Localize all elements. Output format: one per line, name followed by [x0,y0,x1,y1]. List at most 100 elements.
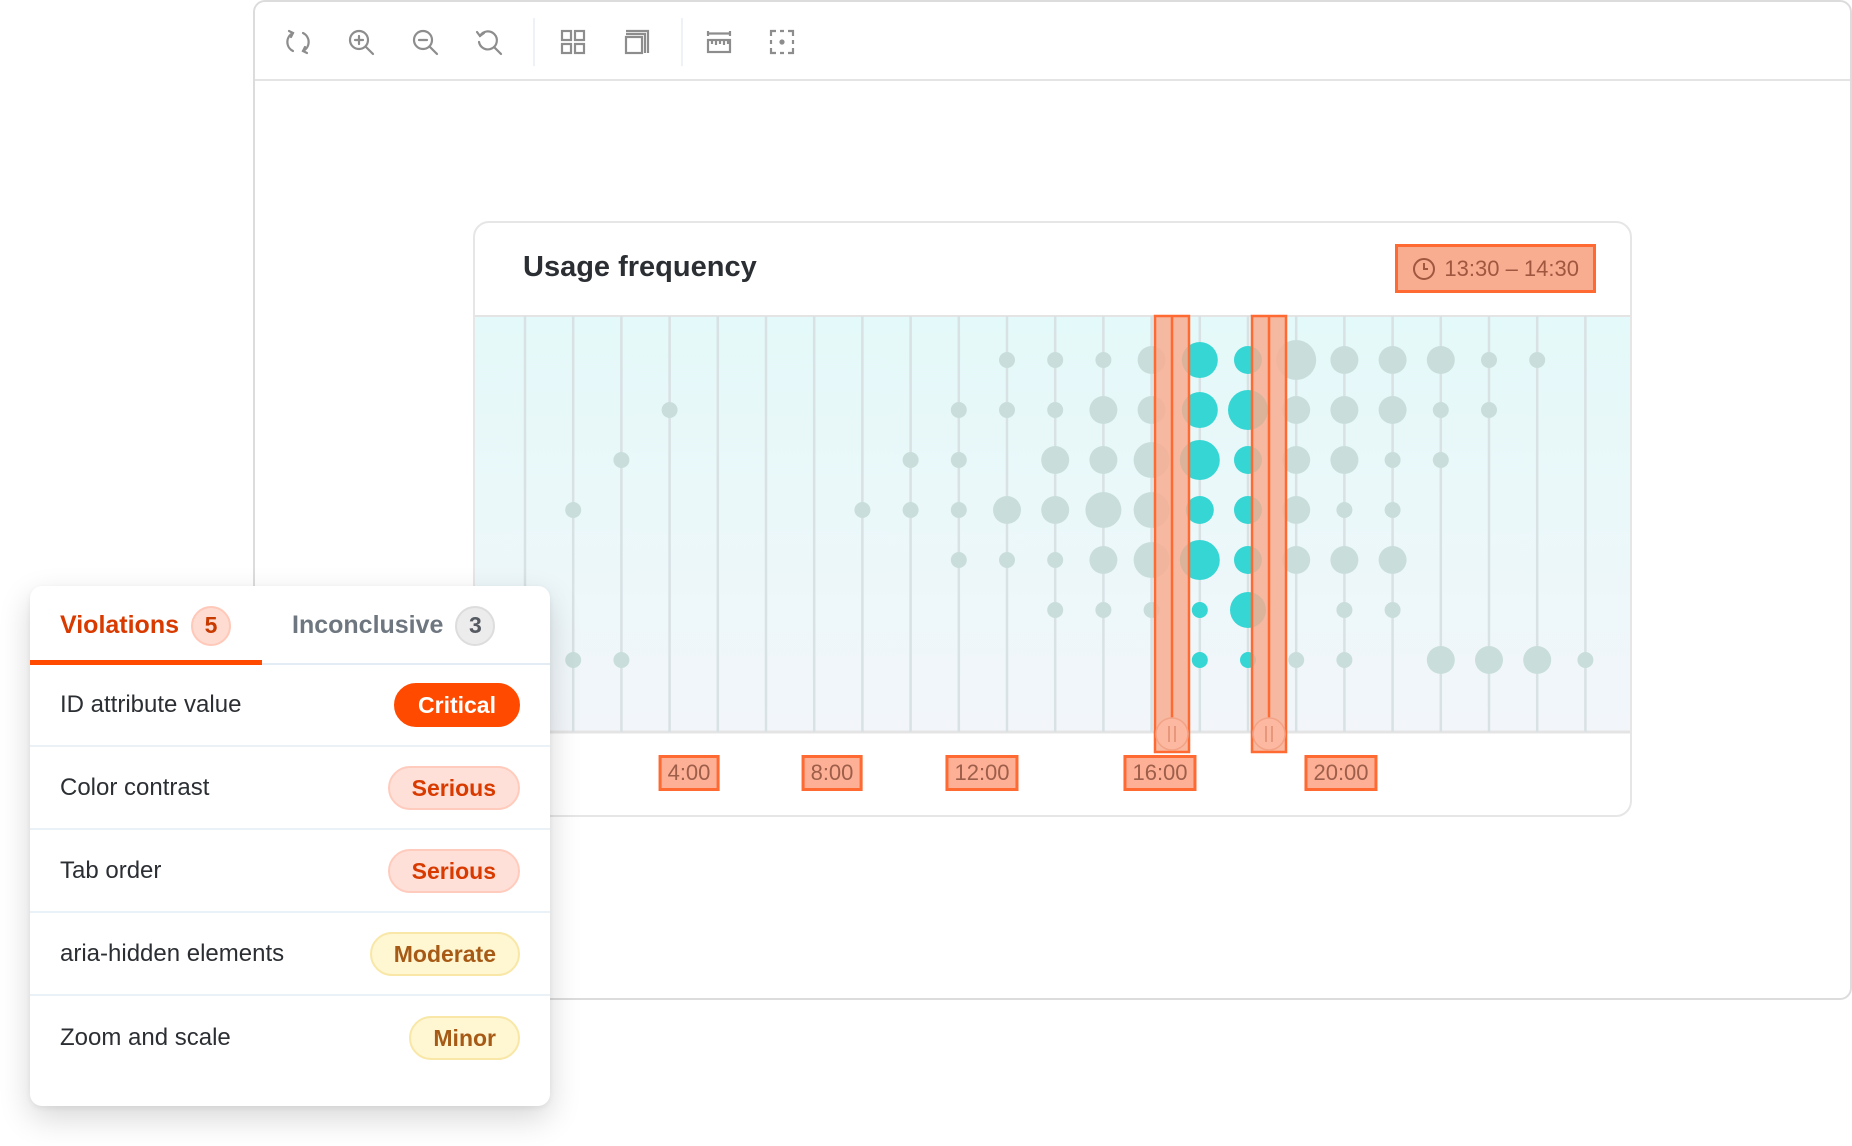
zoom-in-icon [348,29,375,56]
drag-handle-knob[interactable] [1252,717,1286,751]
data-point [1529,352,1546,368]
data-point [1041,446,1070,474]
data-point [565,652,582,668]
data-point [1432,452,1449,468]
toolbar-separator [681,18,683,66]
violation-row[interactable]: aria-hidden elements Moderate [30,914,550,996]
data-point [1432,402,1449,418]
x-axis-label: 4:00 [658,755,720,791]
data-point [999,352,1015,368]
severity-badge: Critical [394,683,520,727]
data-point [854,502,871,518]
data-point [999,552,1015,568]
data-point [1384,602,1401,618]
data-point [950,402,967,418]
data-point [999,402,1015,418]
data-point [661,402,678,418]
severity-badge: Minor [409,1016,520,1060]
data-point [1336,502,1353,518]
tab-inconclusive[interactable]: Inconclusive 3 [292,586,496,665]
x-axis-label: 20:00 [1304,755,1378,791]
data-point [613,452,630,468]
data-point [1577,652,1594,668]
data-point [1089,446,1118,474]
severity-badge: Serious [387,766,520,810]
violation-label: ID attribute value [60,691,242,718]
data-point [950,552,967,568]
zoom-in-button[interactable] [343,24,379,60]
violations-panel: Violations 5 Inconclusive 3 ID attribute… [30,586,550,1106]
zoom-out-button[interactable] [407,24,443,60]
grid-icon [560,29,586,55]
usage-frequency-card: Usage frequency 13:30 – 14:30 0:004:008:… [473,221,1632,817]
data-point [1089,546,1118,574]
ruler-icon [706,31,732,54]
data-point [1085,492,1122,528]
data-point [950,502,967,518]
range-end-handle[interactable] [1250,314,1288,754]
drag-handle-knob[interactable] [1155,717,1189,751]
data-point [1426,346,1455,374]
data-point [1378,546,1407,574]
data-point [1047,602,1064,618]
data-point [1330,396,1359,424]
violation-row[interactable]: Zoom and scale Minor [30,997,550,1079]
ruler-button[interactable] [701,24,737,60]
violation-label: Tab order [60,857,162,884]
data-point [1481,402,1497,418]
x-axis-label: 12:00 [945,755,1019,791]
data-point [1336,602,1353,618]
violations-count-badge: 5 [191,605,232,646]
data-point [902,452,919,468]
reset-zoom-button[interactable] [471,24,507,60]
data-point [1047,402,1064,418]
violation-row[interactable]: Tab order Serious [30,831,550,913]
reset-zoom-icon [475,30,503,56]
severity-badge: Moderate [369,932,520,976]
select-area-icon [769,29,795,55]
data-point [1041,496,1070,524]
data-point [1523,646,1552,674]
tab-violations[interactable]: Violations 5 [60,586,232,665]
data-point [1089,396,1118,424]
data-point [1047,552,1064,568]
refresh-icon [286,29,310,55]
grid-button[interactable] [555,24,591,60]
violation-label: aria-hidden elements [60,940,285,967]
data-point [1378,346,1407,374]
data-point [1426,646,1455,674]
data-point [1384,502,1401,518]
x-axis-label: 8:00 [801,755,863,791]
tab-violations-label: Violations [60,611,180,639]
layers-button[interactable] [619,24,655,60]
refresh-button[interactable] [280,24,316,60]
data-point [993,496,1021,524]
violation-label: Color contrast [60,774,210,801]
data-point [1330,546,1359,574]
data-point [1330,446,1359,474]
layers-icon [624,29,650,55]
usage-chart [475,314,1630,754]
select-area-button[interactable] [764,24,800,60]
tab-inconclusive-label: Inconclusive [292,611,444,639]
x-axis-label: 16:00 [1123,755,1197,791]
data-point-selected [1191,652,1208,668]
toolbar [255,2,1850,81]
data-point [1475,646,1503,674]
data-point [950,452,967,468]
violation-label: Zoom and scale [60,1024,231,1051]
data-point [902,502,919,518]
range-start-handle[interactable] [1153,314,1191,754]
tab-bar: Violations 5 Inconclusive 3 [30,586,550,665]
data-point-selected [1191,602,1208,618]
data-point [1378,396,1407,424]
violation-row[interactable]: Color contrast Serious [30,748,550,830]
data-point [1095,602,1112,618]
zoom-out-icon [412,29,439,56]
data-point [1481,352,1497,368]
data-point [613,652,630,668]
data-point [1288,652,1305,668]
inconclusive-count-badge: 3 [455,605,496,646]
toolbar-separator [533,18,535,66]
violation-row[interactable]: ID attribute value Critical [30,665,550,747]
